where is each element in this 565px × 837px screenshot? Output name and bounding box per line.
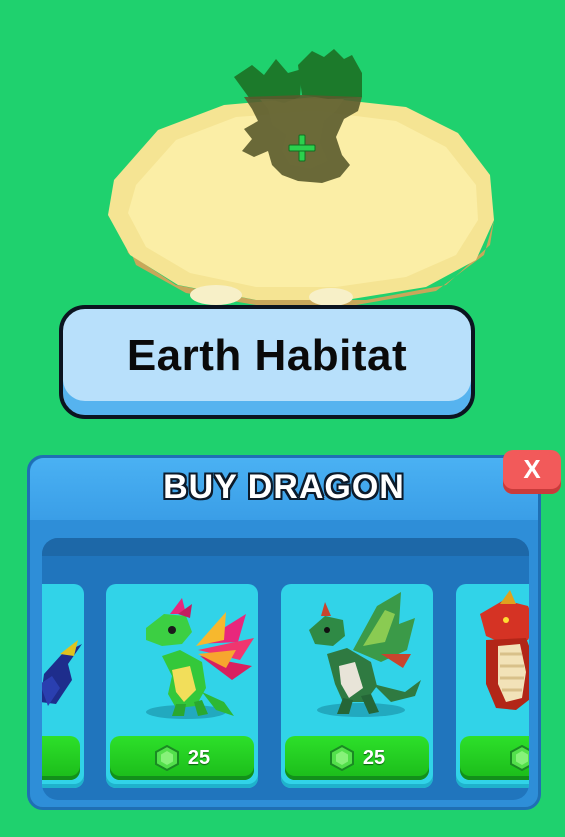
- buy-dragon-panel: BUY DRAGON X 25 25: [27, 450, 561, 810]
- blue-dragon-icon: [42, 640, 82, 706]
- panel-title: BUY DRAGON: [163, 468, 405, 506]
- price-button[interactable]: [42, 736, 80, 780]
- price-value: 25: [362, 746, 386, 769]
- green-flower-dragon-icon: [146, 598, 254, 719]
- price-button[interactable]: 25: [110, 736, 254, 780]
- dragon-card-blue[interactable]: [42, 584, 84, 788]
- habitat-name: Earth Habitat: [126, 331, 408, 380]
- dragon-silhouette-icon: [234, 49, 362, 183]
- earth-habitat-island[interactable]: [106, 49, 496, 310]
- price-button[interactable]: 3: [460, 736, 529, 780]
- panel-header: BUY DRAGON: [30, 458, 538, 520]
- plus-icon[interactable]: [287, 133, 317, 163]
- green-gem-icon: [510, 745, 529, 771]
- close-button[interactable]: X: [503, 450, 561, 494]
- red-fire-dragon-icon: [480, 590, 529, 710]
- close-icon: X: [523, 453, 541, 484]
- dragon-card-red-fire[interactable]: 3: [456, 584, 529, 788]
- dragon-card-green-leaf[interactable]: 25: [281, 584, 433, 788]
- dragon-carousel[interactable]: 25 25: [42, 538, 529, 800]
- price-button[interactable]: 25: [285, 736, 429, 780]
- green-leaf-dragon-icon: [309, 592, 421, 717]
- dragon-card-green-flower[interactable]: 25: [106, 584, 258, 788]
- green-gem-icon: [154, 745, 179, 771]
- price-value: 25: [187, 746, 211, 769]
- shelf-rim: [42, 538, 529, 556]
- green-gem-icon: [329, 745, 354, 771]
- habitat-name-label: Earth Habitat: [59, 305, 475, 419]
